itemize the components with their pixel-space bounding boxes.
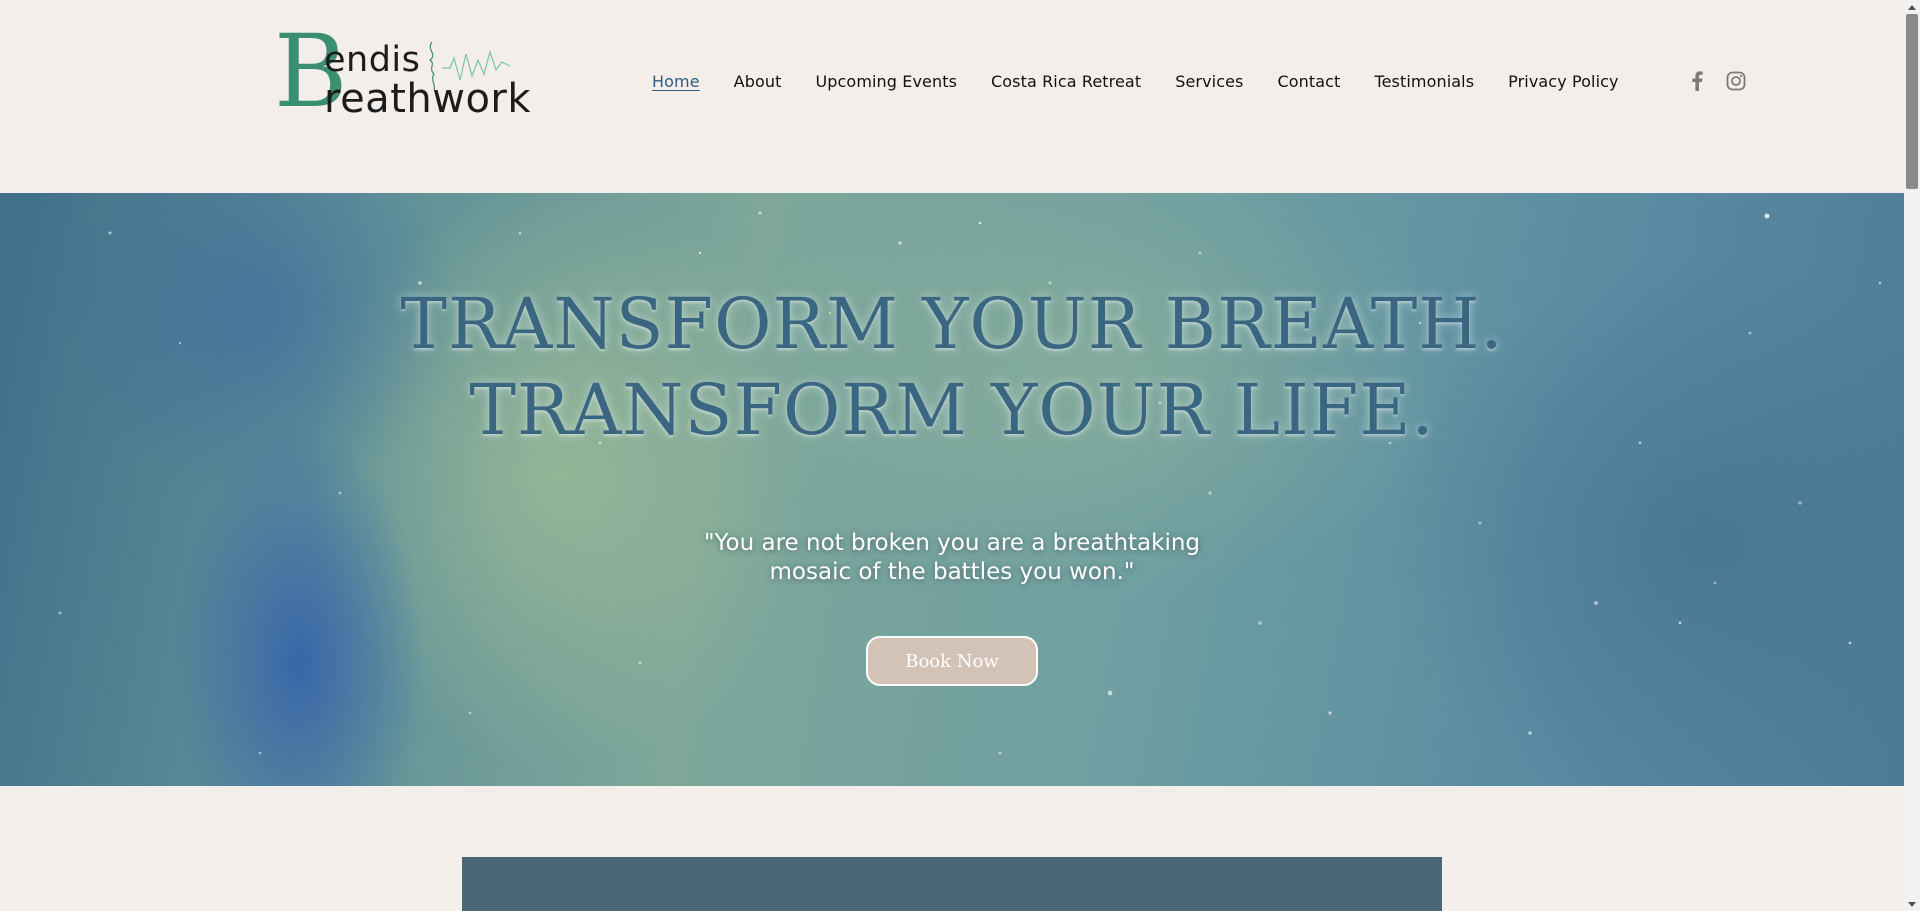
hero-quote-line-2: mosaic of the battles you won." bbox=[769, 559, 1135, 585]
hero-title-line-2: TRANSFORM YOUR LIFE. bbox=[469, 369, 1435, 451]
scroll-down-arrow-icon[interactable] bbox=[1904, 897, 1920, 911]
site-logo[interactable]: B endis reathwork bbox=[274, 22, 531, 126]
content-panel bbox=[462, 857, 1442, 911]
breath-wave-icon bbox=[428, 41, 511, 90]
social-links bbox=[1684, 68, 1762, 94]
nav-privacy-policy[interactable]: Privacy Policy bbox=[1508, 72, 1618, 91]
nav-home[interactable]: Home bbox=[652, 72, 700, 91]
facebook-icon[interactable] bbox=[1684, 68, 1710, 94]
nav-upcoming-events[interactable]: Upcoming Events bbox=[815, 72, 957, 91]
nav-about[interactable]: About bbox=[734, 72, 782, 91]
nav-contact[interactable]: Contact bbox=[1277, 72, 1340, 91]
hero-title-line-1: TRANSFORM YOUR BREATH. bbox=[400, 283, 1504, 365]
nav-testimonials[interactable]: Testimonials bbox=[1374, 72, 1474, 91]
nav-services[interactable]: Services bbox=[1175, 72, 1243, 91]
logo-line-1: endis bbox=[324, 40, 421, 80]
starfield-background bbox=[58, 211, 1882, 755]
scrollbar-thumb[interactable] bbox=[1906, 14, 1918, 189]
nav-costa-rica-retreat[interactable]: Costa Rica Retreat bbox=[991, 72, 1141, 91]
book-now-button[interactable]: Book Now bbox=[866, 636, 1038, 686]
scroll-up-arrow-icon[interactable] bbox=[1904, 0, 1920, 14]
hero-quote-line-1: "You are not broken you are a breathtaki… bbox=[703, 530, 1201, 556]
instagram-icon[interactable] bbox=[1723, 68, 1749, 94]
main-nav: Home About Upcoming Events Costa Rica Re… bbox=[652, 70, 1653, 92]
site-header: B endis reathwork Home About Upcoming Ev… bbox=[0, 0, 1904, 193]
page-scrollbar[interactable] bbox=[1904, 0, 1920, 911]
hero-banner: TRANSFORM YOUR BREATH. TRANSFORM YOUR LI… bbox=[0, 193, 1904, 786]
